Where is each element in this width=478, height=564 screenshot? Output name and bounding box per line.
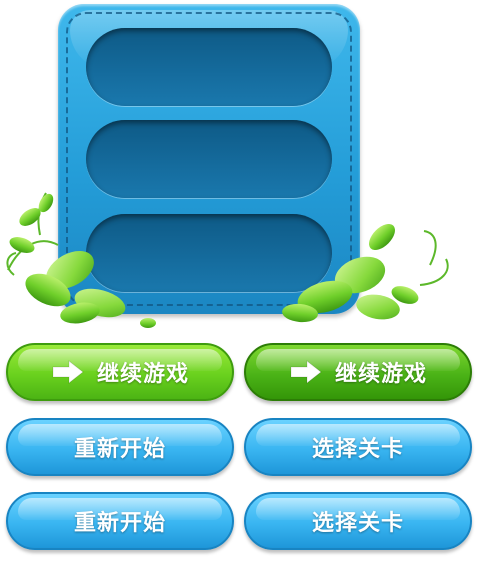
- select-level-button-alt[interactable]: 选择关卡: [244, 492, 472, 550]
- menu-panel: [58, 4, 360, 314]
- continue-game-button[interactable]: 继续游戏: [6, 343, 234, 401]
- restart-label: 重新开始: [73, 511, 166, 536]
- select-level-button[interactable]: 选择关卡: [244, 418, 472, 476]
- arrow-right-icon: [52, 359, 84, 385]
- restart-button[interactable]: 重新开始: [6, 418, 234, 476]
- continue-game-label: 继续游戏: [96, 362, 189, 387]
- menu-slot-2[interactable]: [86, 120, 332, 198]
- restart-label: 重新开始: [73, 437, 166, 462]
- restart-button-alt[interactable]: 重新开始: [6, 492, 234, 550]
- continue-game-button-pressed[interactable]: 继续游戏: [244, 343, 472, 401]
- select-level-label: 选择关卡: [311, 437, 404, 462]
- arrow-right-icon: [290, 359, 322, 385]
- menu-slot-3[interactable]: [86, 214, 332, 292]
- select-level-label: 选择关卡: [311, 511, 404, 536]
- continue-game-label: 继续游戏: [334, 362, 427, 387]
- menu-slot-1[interactable]: [86, 28, 332, 106]
